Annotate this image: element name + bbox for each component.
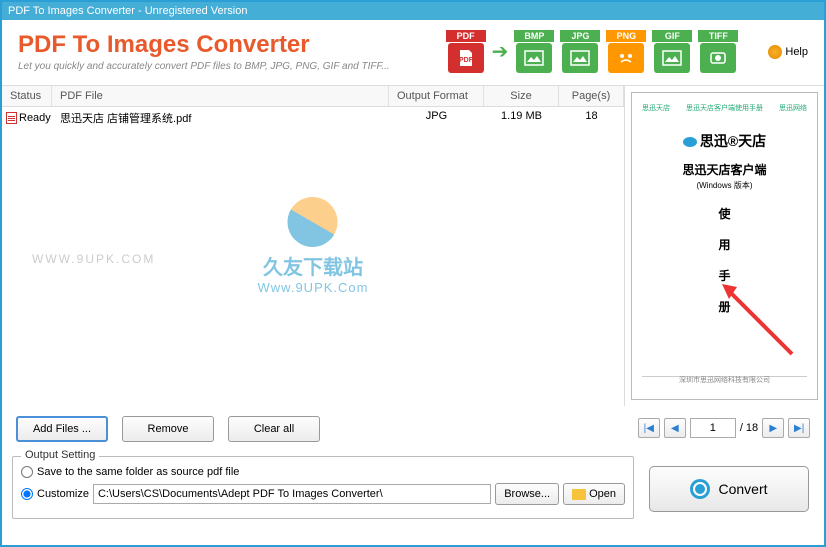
browse-button[interactable]: Browse... bbox=[495, 483, 559, 505]
last-page-button[interactable]: ▶| bbox=[788, 418, 810, 438]
jpg-icon bbox=[562, 43, 598, 73]
pv-top-left: 思迅天店 bbox=[642, 103, 670, 113]
pv-top-right: 思迅网络 bbox=[779, 103, 807, 113]
output-setting-group: Output Setting Save to the same folder a… bbox=[12, 456, 634, 519]
col-status[interactable]: Status bbox=[2, 86, 52, 106]
watermark: 久友下载站 Www.9UPK.Com bbox=[258, 197, 369, 295]
first-page-button[interactable]: |◀ bbox=[638, 418, 660, 438]
open-button[interactable]: Open bbox=[563, 483, 625, 505]
pv-c4: 册 bbox=[642, 298, 807, 315]
customize-label: Customize bbox=[37, 488, 89, 500]
convert-icon bbox=[690, 479, 710, 499]
pager: |◀ ◀ / 18 ▶ ▶| bbox=[624, 406, 824, 450]
col-format[interactable]: Output Format bbox=[389, 86, 484, 106]
customize-radio[interactable] bbox=[21, 488, 33, 500]
pdf-file-icon bbox=[6, 112, 17, 124]
arrow-icon: ➔ bbox=[492, 32, 509, 72]
titlebar-text: PDF To Images Converter - Unregistered V… bbox=[8, 5, 247, 17]
pv-footer: 深圳市思迅网络科技有限公司 bbox=[632, 375, 817, 385]
convert-label: Convert bbox=[718, 481, 767, 497]
fmt-gif-label: GIF bbox=[652, 30, 692, 42]
remove-button[interactable]: Remove bbox=[122, 416, 214, 442]
svg-text:PDF: PDF bbox=[459, 57, 474, 64]
pv-brand: 思迅®天店 bbox=[700, 133, 766, 149]
fmt-pdf-label: PDF bbox=[446, 30, 486, 42]
fmt-bmp-label: BMP bbox=[514, 30, 554, 42]
file-table[interactable]: Status PDF File Output Format Size Page(… bbox=[2, 86, 624, 406]
header: PDF To Images Converter Let you quickly … bbox=[2, 20, 824, 85]
prev-page-button[interactable]: ◀ bbox=[664, 418, 686, 438]
help-button[interactable]: Help bbox=[768, 45, 808, 59]
col-size[interactable]: Size bbox=[484, 86, 559, 106]
watermark-cn: 久友下载站 bbox=[258, 251, 369, 280]
cell-size: 1.19 MB bbox=[484, 110, 559, 126]
page-total: / 18 bbox=[740, 422, 758, 434]
pv-c3: 手 bbox=[642, 267, 807, 284]
png-icon bbox=[608, 43, 644, 73]
pv-sub: (Windows 版本) bbox=[642, 180, 807, 191]
output-legend: Output Setting bbox=[21, 449, 99, 461]
watermark-side: WWW.9UPK.COM bbox=[32, 252, 155, 266]
help-icon bbox=[768, 45, 782, 59]
same-folder-label: Save to the same folder as source pdf fi… bbox=[37, 466, 239, 478]
fmt-tiff-label: TIFF bbox=[698, 30, 738, 42]
add-files-button[interactable]: Add Files ... bbox=[16, 416, 108, 442]
clear-all-button[interactable]: Clear all bbox=[228, 416, 320, 442]
watermark-en: Www.9UPK.Com bbox=[258, 280, 369, 295]
same-folder-radio[interactable] bbox=[21, 466, 33, 478]
preview-pane: 思迅天店 思迅天店客户端使用手册 思迅网络 思迅®天店 思迅天店客户端 (Win… bbox=[624, 86, 824, 406]
page-input[interactable] bbox=[690, 418, 736, 438]
folder-icon bbox=[572, 489, 586, 500]
fmt-jpg-label: JPG bbox=[560, 30, 600, 42]
pdf-icon: PDF bbox=[448, 43, 484, 73]
page-preview[interactable]: 思迅天店 思迅天店客户端使用手册 思迅网络 思迅®天店 思迅天店客户端 (Win… bbox=[631, 92, 818, 400]
bmp-icon bbox=[516, 43, 552, 73]
table-row[interactable]: Ready 思迅天店 店铺管理系统.pdf JPG 1.19 MB 18 bbox=[2, 107, 624, 129]
pv-top-center: 思迅天店客户端使用手册 bbox=[686, 103, 763, 113]
pv-c1: 使 bbox=[642, 205, 807, 222]
cell-file: 思迅天店 店铺管理系统.pdf bbox=[52, 110, 389, 126]
col-file[interactable]: PDF File bbox=[52, 86, 389, 106]
convert-button[interactable]: Convert bbox=[649, 466, 809, 512]
pv-c2: 用 bbox=[642, 236, 807, 253]
next-page-button[interactable]: ▶ bbox=[762, 418, 784, 438]
format-bar: PDF PDF ➔ BMP JPG PNG GIF TIFF bbox=[446, 30, 739, 73]
app-title: PDF To Images Converter bbox=[18, 31, 446, 59]
tiff-icon bbox=[700, 43, 736, 73]
cell-format: JPG bbox=[389, 110, 484, 126]
output-path-input[interactable] bbox=[93, 484, 491, 504]
cloud-icon bbox=[683, 137, 697, 147]
titlebar: PDF To Images Converter - Unregistered V… bbox=[2, 2, 824, 20]
cell-status: Ready bbox=[19, 112, 51, 124]
col-pages[interactable]: Page(s) bbox=[559, 86, 624, 106]
help-label: Help bbox=[785, 46, 808, 58]
cell-pages: 18 bbox=[559, 110, 624, 126]
app-subtitle: Let you quickly and accurately convert P… bbox=[18, 61, 446, 72]
fmt-png-label: PNG bbox=[606, 30, 646, 42]
watermark-logo-icon bbox=[288, 197, 338, 247]
gif-icon bbox=[654, 43, 690, 73]
pv-title: 思迅天店客户端 bbox=[642, 161, 807, 178]
